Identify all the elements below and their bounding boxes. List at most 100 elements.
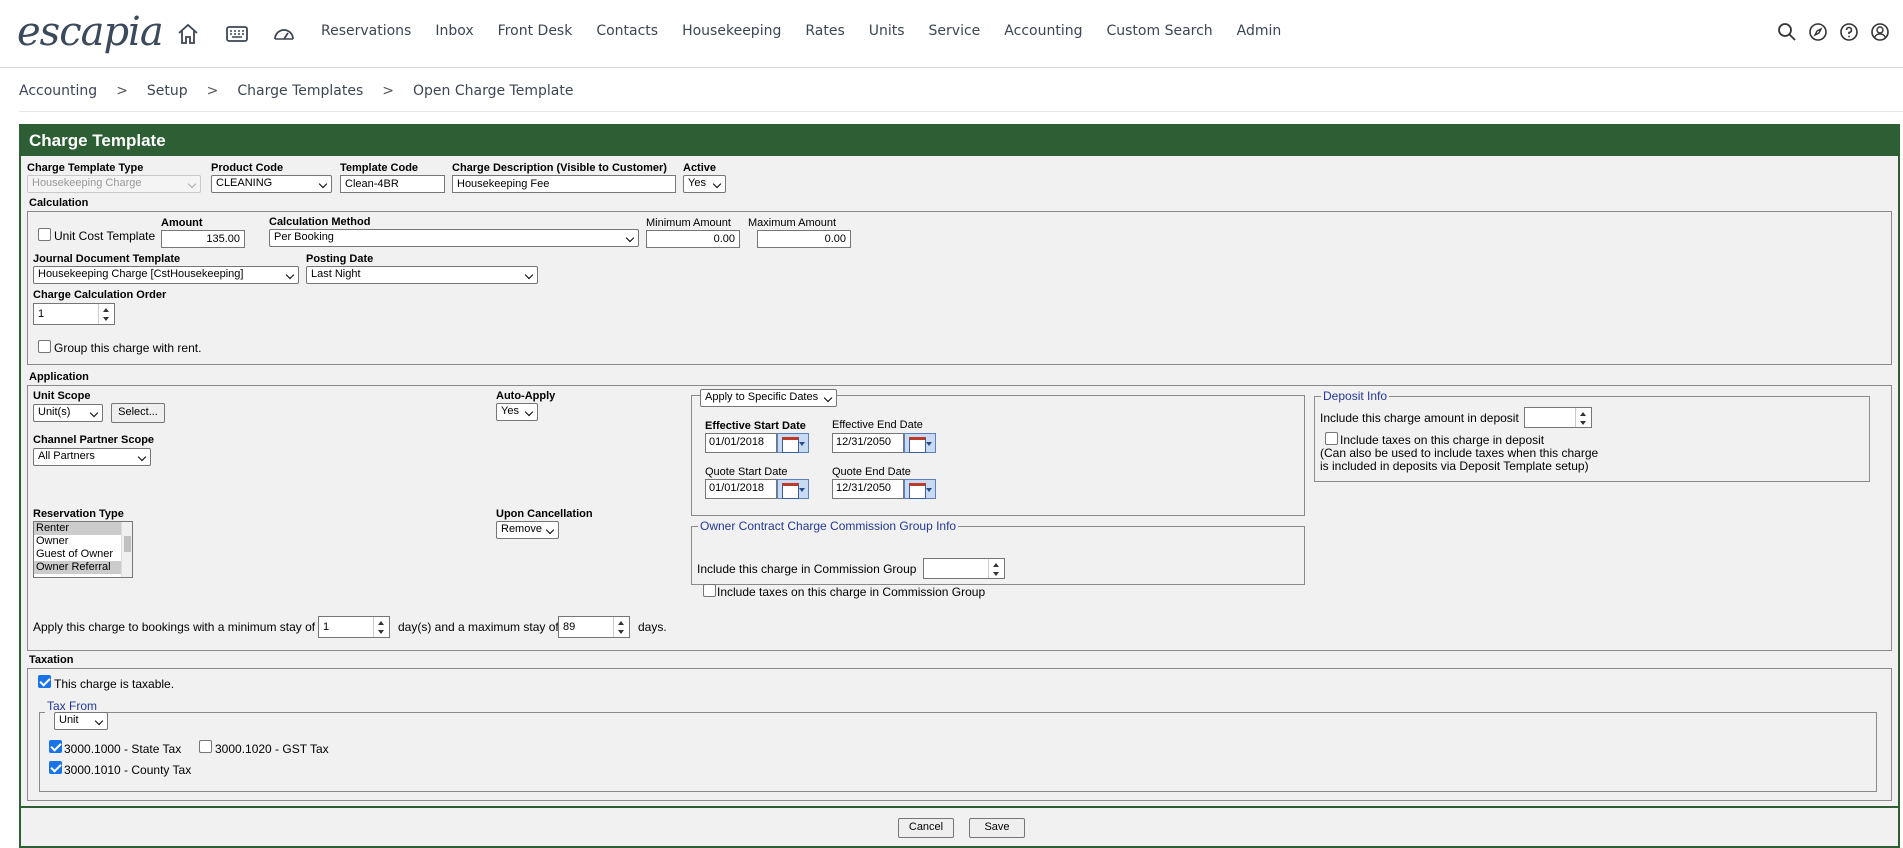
product-code-select[interactable]: CLEANING — [211, 175, 332, 193]
calc-method-select[interactable]: Per Booking — [269, 229, 639, 247]
auto-apply-label: Auto-Apply — [496, 390, 556, 402]
list-item[interactable]: Owner Referral — [34, 561, 132, 574]
list-item[interactable]: Renter — [34, 522, 132, 535]
template-code-input[interactable]: Clean-4BR — [340, 175, 445, 193]
list-scrollbar[interactable] — [121, 522, 132, 577]
calendar-icon[interactable] — [777, 479, 809, 499]
compass-icon[interactable] — [1808, 22, 1828, 42]
unit-cost-template-checkbox[interactable] — [38, 228, 51, 241]
divider — [19, 111, 1903, 112]
keyboard-icon[interactable] — [225, 22, 249, 46]
upon-cancellation-label: Upon Cancellation — [496, 508, 593, 520]
main-menu: Reservations Inbox Front Desk Contacts H… — [321, 23, 1305, 39]
max-amount-label: Maximum Amount — [748, 217, 837, 229]
cancel-button[interactable]: Cancel — [898, 818, 954, 838]
unit-cost-label: Unit Cost Template — [54, 229, 156, 243]
max-stay-stepper[interactable]: 89 — [558, 616, 630, 638]
posting-date-select[interactable]: Last Night — [306, 266, 538, 284]
deposit-taxes-checkbox[interactable] — [1325, 432, 1338, 445]
calc-order-stepper[interactable]: 1 — [33, 303, 115, 325]
nav-admin[interactable]: Admin — [1237, 23, 1282, 39]
escapia-logo[interactable]: escapia — [17, 10, 164, 54]
quote-start-input[interactable]: 01/01/2018 — [705, 479, 777, 499]
description-input[interactable]: Housekeeping Fee — [452, 175, 676, 193]
template-type-select: Housekeeping Charge — [27, 175, 201, 193]
gst-tax-checkbox[interactable] — [199, 740, 212, 753]
amount-label: Amount — [161, 217, 203, 229]
taxable-checkbox[interactable] — [38, 675, 51, 688]
spinner-arrows-icon[interactable] — [988, 559, 1004, 578]
nav-front-desk[interactable]: Front Desk — [498, 23, 573, 39]
stay-prefix-text: Apply this charge to bookings with a min… — [33, 620, 316, 634]
type-label: Charge Template Type — [27, 162, 144, 174]
min-stay-value: 1 — [323, 621, 330, 633]
chevron-right-icon: > — [206, 83, 219, 99]
amount-input[interactable]: 135.00 — [161, 230, 245, 248]
calendar-icon[interactable] — [904, 433, 936, 453]
date-mode-select[interactable]: Apply to Specific Dates — [700, 389, 837, 407]
reservation-type-list[interactable]: Renter Owner Guest of Owner Owner Referr… — [33, 521, 133, 578]
quote-end-input[interactable]: 12/31/2050 — [832, 479, 904, 499]
calc-order-value: 1 — [38, 308, 45, 320]
nav-service[interactable]: Service — [929, 23, 981, 39]
crumb-charge-templates[interactable]: Charge Templates — [237, 83, 363, 99]
spinner-arrows-icon[interactable] — [373, 617, 389, 637]
home-icon[interactable] — [176, 22, 200, 46]
panel-title: Charge Template — [21, 126, 1898, 156]
active-select[interactable]: Yes — [683, 175, 726, 193]
deposit-legend: Deposit Info — [1321, 389, 1390, 403]
state-tax-checkbox[interactable] — [49, 740, 62, 753]
channel-scope-select[interactable]: All Partners — [33, 448, 151, 466]
user-icon[interactable] — [1870, 22, 1890, 42]
help-icon[interactable] — [1839, 22, 1859, 42]
nav-custom-search[interactable]: Custom Search — [1106, 23, 1212, 39]
eff-end-input[interactable]: 12/31/2050 — [832, 433, 904, 453]
state-tax-label: 3000.1000 - State Tax — [64, 742, 182, 756]
nav-accounting[interactable]: Accounting — [1004, 23, 1082, 39]
deposit-amount-stepper[interactable] — [1524, 407, 1592, 428]
eff-start-input[interactable]: 01/01/2018 — [705, 433, 777, 453]
tax-from-select[interactable]: Unit — [54, 712, 108, 730]
dashboard-icon[interactable] — [272, 22, 296, 46]
max-amount-input[interactable]: 0.00 — [757, 230, 851, 248]
crumb-accounting[interactable]: Accounting — [19, 83, 97, 99]
spinner-arrows-icon[interactable] — [1575, 408, 1591, 427]
group-with-rent-checkbox[interactable] — [38, 340, 51, 353]
calendar-icon[interactable] — [777, 433, 809, 453]
taxation-section-label: Taxation — [29, 654, 74, 666]
upon-cancellation-select[interactable]: Remove — [496, 521, 559, 539]
min-amount-input[interactable]: 0.00 — [646, 230, 740, 248]
journal-label: Journal Document Template — [33, 253, 181, 265]
nav-inbox[interactable]: Inbox — [435, 23, 473, 39]
unit-scope-label: Unit Scope — [33, 390, 91, 402]
nav-housekeeping[interactable]: Housekeeping — [682, 23, 781, 39]
list-item[interactable]: Owner — [34, 535, 132, 548]
commission-taxes-checkbox[interactable] — [703, 584, 716, 597]
spinner-arrows-icon[interactable] — [98, 304, 114, 324]
stay-suffix-text: days. — [638, 620, 667, 634]
deposit-include-label: Include this charge amount in deposit — [1320, 411, 1519, 425]
unit-scope-select[interactable]: Unit(s) — [33, 404, 103, 422]
nav-contacts[interactable]: Contacts — [596, 23, 658, 39]
commission-group-stepper[interactable] — [923, 558, 1005, 579]
deposit-note-1: (Can also be used to include taxes when … — [1320, 446, 1599, 460]
description-label: Charge Description (Visible to Customer) — [452, 162, 667, 174]
calendar-icon[interactable] — [904, 479, 936, 499]
nav-units[interactable]: Units — [869, 23, 905, 39]
nav-rates[interactable]: Rates — [805, 23, 844, 39]
search-icon[interactable] — [1777, 22, 1797, 42]
commission-taxes-label: Include taxes on this charge in Commissi… — [717, 585, 986, 599]
save-button[interactable]: Save — [969, 818, 1025, 838]
journal-template-select[interactable]: Housekeeping Charge [CstHousekeeping] — [33, 266, 299, 284]
crumb-setup[interactable]: Setup — [147, 83, 188, 99]
min-stay-stepper[interactable]: 1 — [318, 616, 390, 638]
tax-from-legend: Tax From — [45, 699, 100, 713]
spinner-arrows-icon[interactable] — [613, 617, 629, 637]
auto-apply-select[interactable]: Yes — [496, 403, 538, 421]
nav-reservations[interactable]: Reservations — [321, 23, 411, 39]
county-tax-label: 3000.1010 - County Tax — [64, 763, 192, 777]
list-item[interactable]: Guest of Owner — [34, 548, 132, 561]
county-tax-checkbox[interactable] — [49, 761, 62, 774]
select-units-button[interactable]: Select... — [111, 403, 165, 423]
eff-start-label: Effective Start Date — [705, 420, 806, 432]
